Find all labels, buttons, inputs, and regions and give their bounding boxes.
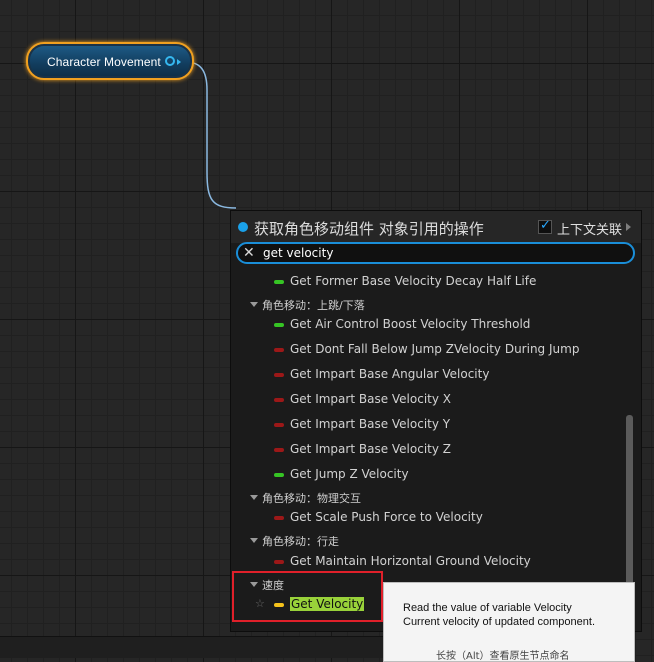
category-label: 角色移动：物理交互 xyxy=(262,491,361,505)
action-label: Get Impart Base Velocity X xyxy=(290,392,451,407)
variable-type-icon xyxy=(274,559,284,564)
action-menu-title: 获取角色移动组件 对象引用的操作 xyxy=(254,220,484,238)
output-arrow-icon xyxy=(177,59,181,65)
action-item[interactable]: Get Former Base Velocity Decay Half Life xyxy=(231,270,627,294)
clear-search-icon[interactable]: ✕ xyxy=(243,245,255,261)
action-label: Get Impart Base Velocity Y xyxy=(290,417,451,431)
action-item[interactable]: Get Impart Base Velocity Z xyxy=(231,438,627,462)
node-title: Character Movement xyxy=(47,55,161,69)
variable-type-icon xyxy=(274,516,284,521)
tooltip: Read the value of variable Velocity Curr… xyxy=(383,582,635,662)
category-row[interactable]: 角色移动：物理交互 xyxy=(231,488,627,507)
object-reference-icon xyxy=(238,222,248,232)
tooltip-line-1: Read the value of variable Velocity xyxy=(403,602,572,614)
action-item[interactable]: Get Dont Fall Below Jump ZVelocity Durin… xyxy=(231,338,627,362)
context-sensitive-label: 上下文关联 xyxy=(557,223,623,238)
category-label: 角色移动：行走 xyxy=(262,535,339,549)
context-sensitive-checkbox[interactable]: ✓ xyxy=(538,218,552,234)
action-item[interactable]: Get Impart Base Angular Velocity xyxy=(231,363,627,387)
character-movement-node[interactable]: Character Movement xyxy=(26,42,194,80)
variable-type-icon xyxy=(274,323,284,328)
action-label: Get Scale Push Force to Velocity xyxy=(290,510,483,525)
collapse-triangle-icon[interactable] xyxy=(250,538,258,544)
tooltip-line-2: Current velocity of updated component. xyxy=(403,616,596,628)
action-label: Get Impart Base Velocity Z xyxy=(290,441,451,456)
variable-type-icon xyxy=(274,280,284,284)
action-label: Get Former Base Velocity Decay Half Life xyxy=(290,274,537,288)
checkmark-icon: ✓ xyxy=(540,218,551,233)
action-label: Get Impart Base Angular Velocity xyxy=(290,367,490,382)
category-row[interactable]: 角色移动：上跳/下落 xyxy=(231,295,627,314)
action-menu: 获取角色移动组件 对象引用的操作 ✓ 上下文关联 ✕ Get Former Ba… xyxy=(230,210,642,632)
action-item[interactable]: Get Impart Base Velocity Y xyxy=(231,413,627,437)
action-item[interactable]: Get Air Control Boost Velocity Threshold xyxy=(231,313,627,337)
action-item[interactable]: Get Scale Push Force to Velocity xyxy=(231,506,627,530)
category-row[interactable]: 角色移动：行走 xyxy=(231,531,627,550)
variable-type-icon xyxy=(274,423,284,427)
action-label: Get Air Control Boost Velocity Threshold xyxy=(290,317,531,332)
variable-type-icon xyxy=(274,348,284,353)
variable-type-icon xyxy=(274,472,284,477)
action-item[interactable]: Get Maintain Horizontal Ground Velocity xyxy=(231,550,627,574)
action-item[interactable]: Get Jump Z Velocity xyxy=(231,463,627,487)
search-box: ✕ xyxy=(236,242,635,264)
action-label: Get Dont Fall Below Jump ZVelocity Durin… xyxy=(290,342,580,357)
selection-highlight-box xyxy=(232,571,383,622)
action-item[interactable]: Get Impart Base Velocity X xyxy=(231,388,627,412)
variable-type-icon xyxy=(274,373,284,378)
bottom-panel-edge xyxy=(0,636,383,658)
collapse-triangle-icon[interactable] xyxy=(250,494,258,500)
action-label: Get Jump Z Velocity xyxy=(290,466,409,481)
variable-type-icon xyxy=(274,398,284,403)
action-label: Get Maintain Horizontal Ground Velocity xyxy=(290,553,531,568)
output-pin-icon[interactable] xyxy=(165,56,175,66)
category-label: 角色移动：上跳/下落 xyxy=(262,298,365,312)
action-menu-header: 获取角色移动组件 对象引用的操作 ✓ 上下文关联 xyxy=(231,211,641,243)
tooltip-hint: 长按（Alt）查看原生节点命名 xyxy=(436,651,570,662)
expand-arrow-icon[interactable] xyxy=(626,223,631,231)
search-input[interactable] xyxy=(263,245,623,261)
variable-type-icon xyxy=(274,447,284,452)
collapse-triangle-icon[interactable] xyxy=(250,301,258,307)
